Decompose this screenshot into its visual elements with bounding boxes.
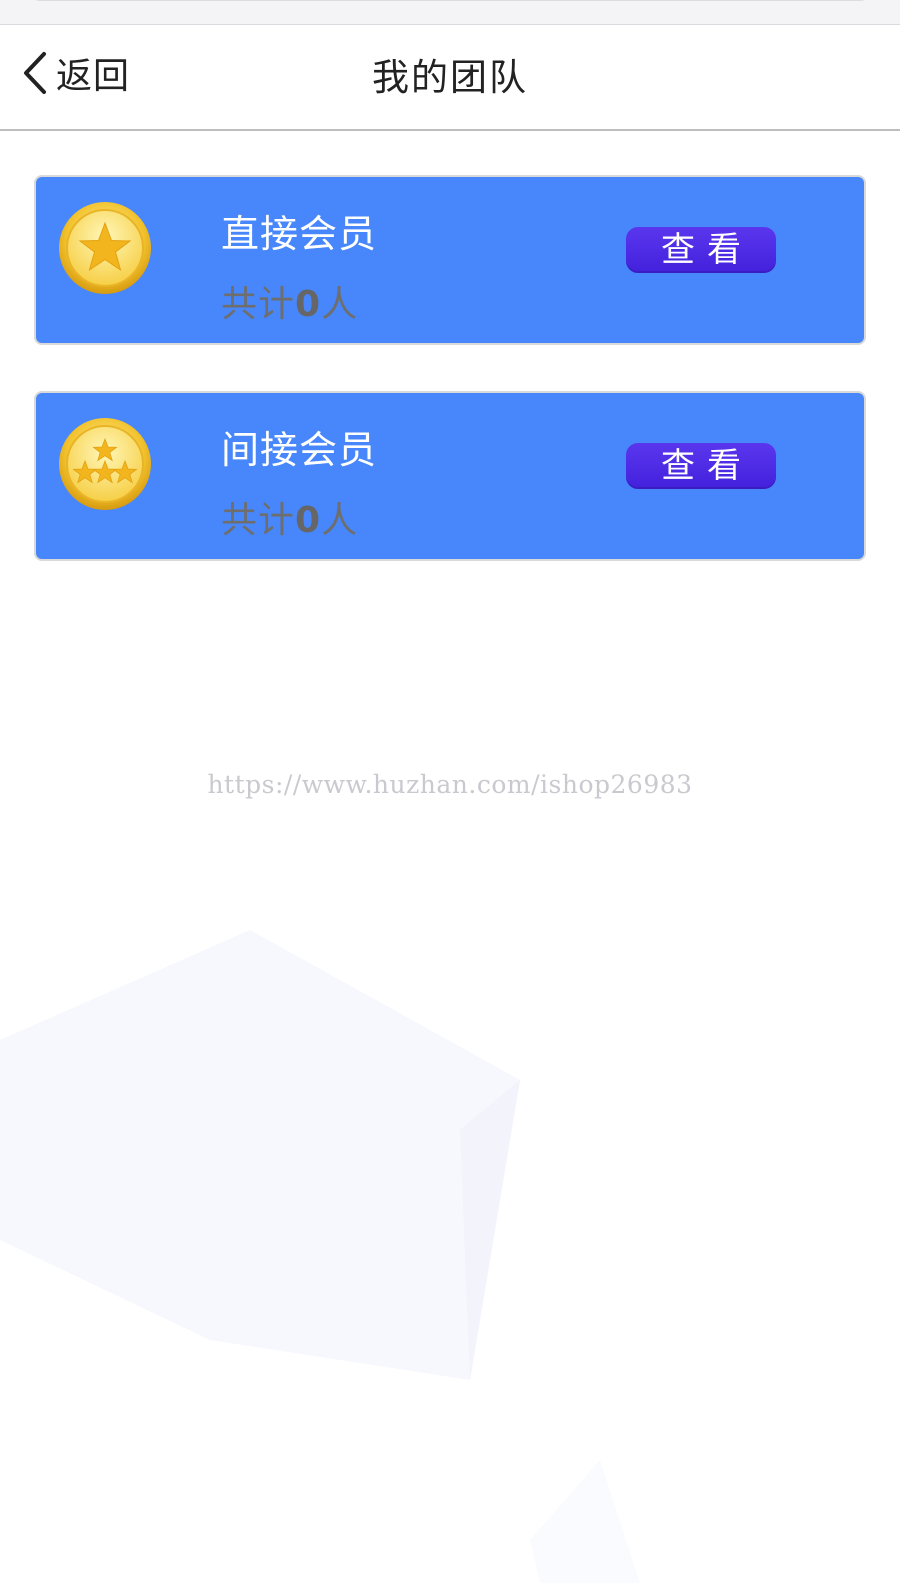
- watermark-url: https://www.huzhan.com/ishop26983: [207, 770, 693, 799]
- count-value: 0: [295, 500, 322, 541]
- gold-medal-four-stars-icon: [58, 417, 152, 511]
- count-suffix: 人: [321, 500, 359, 541]
- card-title: 间接会员: [221, 428, 378, 472]
- page-title: 我的团队: [372, 56, 528, 99]
- back-button[interactable]: 返回: [22, 49, 130, 97]
- gold-medal-one-star-icon: [58, 201, 152, 295]
- address-bar-edge: [30, 0, 870, 1]
- direct-members-card: 直接会员 共计 0 人 查看: [34, 175, 866, 345]
- background-watermark-shape: [0, 930, 640, 1583]
- nav-header: 返回 我的团队: [0, 25, 900, 131]
- view-button[interactable]: 查看: [626, 227, 776, 273]
- count-prefix: 共计: [221, 500, 296, 541]
- count-value: 0: [295, 284, 322, 325]
- count-prefix: 共计: [221, 284, 296, 325]
- indirect-members-card: 间接会员 共计 0 人 查看: [34, 391, 866, 561]
- back-label: 返回: [56, 56, 131, 97]
- member-count: 共计 0 人: [221, 491, 358, 543]
- chevron-left-icon: [22, 51, 48, 95]
- browser-top-strip: [0, 0, 900, 25]
- count-suffix: 人: [321, 284, 359, 325]
- my-team-page: 返回 我的团队 直接会员 共计 0 人 查看 间接会员 共计 0 人 查看 ht…: [0, 0, 900, 1583]
- view-button[interactable]: 查看: [626, 443, 776, 489]
- member-count: 共计 0 人: [221, 275, 358, 327]
- card-title: 直接会员: [221, 212, 378, 256]
